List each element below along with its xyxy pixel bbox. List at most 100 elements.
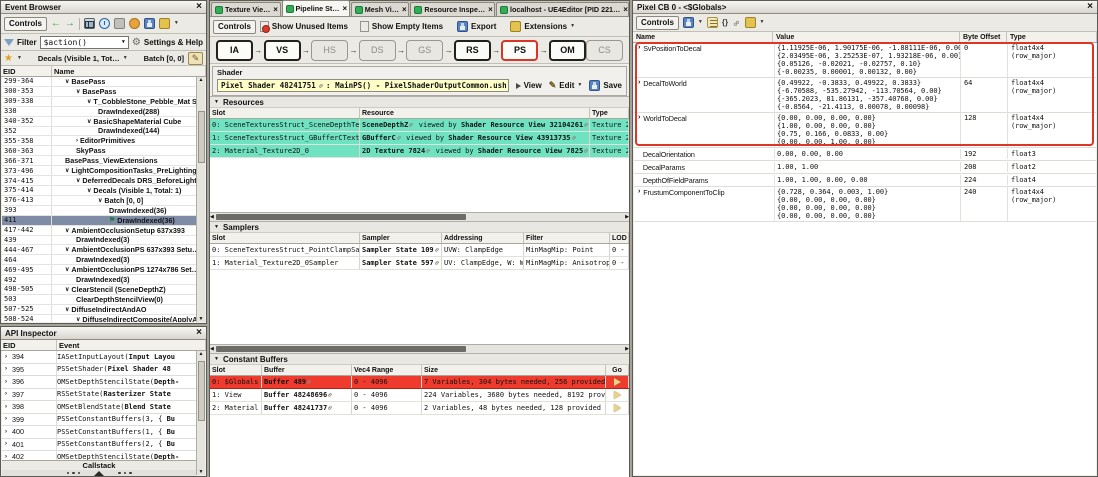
save-shader-button[interactable]: Save [589, 80, 622, 91]
scroll-down-icon[interactable]: ▼ [199, 316, 204, 322]
scrollbar-thumb[interactable] [216, 214, 466, 220]
resource-row[interactable]: 0: SceneTexturesStruct_SceneDepthTexture… [210, 119, 629, 132]
cb-variable-row[interactable]: ›WorldToDecal{0.00, 0.00, 0.00, 0.00} {1… [634, 113, 1096, 148]
extensions-button[interactable]: Extensions ▼ [510, 21, 575, 32]
close-icon[interactable]: × [623, 5, 628, 14]
api-event-row[interactable]: ›396OMSetDepthStencilState(Depth- [2, 376, 196, 389]
edit-shader-button[interactable]: ✎ Edit ▼ [549, 80, 583, 91]
stage-ds[interactable]: DS [359, 40, 396, 61]
callstack-splitter[interactable] [2, 470, 196, 476]
api-event-row[interactable]: ›398OMSetBlendState(Blend State [2, 401, 196, 414]
find-icon[interactable] [84, 18, 95, 29]
event-row[interactable]: 393DrawIndexed(36) [2, 206, 196, 216]
event-row[interactable]: 309-338∨T_CobbleStone_Pebble_Mat SM_T… [2, 97, 196, 107]
scroll-up-icon[interactable]: ▲ [199, 351, 204, 357]
scroll-up-icon[interactable]: ▲ [199, 77, 204, 83]
buffer-name-link[interactable]: Buffer 48241737 [264, 404, 327, 412]
cb-variable-row[interactable]: DecalOrientation0.00, 0.00, 0.00192float… [634, 148, 1096, 161]
samplers-hscrollbar[interactable]: ◀ ▶ [210, 344, 629, 353]
scroll-left-icon[interactable]: ◀ [210, 214, 214, 220]
scrollbar-thumb[interactable] [198, 111, 205, 163]
tab-pipeline-st[interactable]: Pipeline St…× [282, 0, 350, 16]
stage-om[interactable]: OM [549, 40, 586, 61]
filter-input[interactable]: $action() ▼ [40, 36, 129, 49]
constant-buffer-row[interactable]: 1: ViewBuffer 48248696∞0 - 4096224 Varia… [210, 389, 629, 402]
resource-view-link[interactable]: Shader Resource View 43913735 [448, 134, 570, 142]
controls-button[interactable]: Controls [213, 20, 256, 34]
stage-rs[interactable]: RS [454, 40, 491, 61]
resource-name-link[interactable]: SceneDepthZ [362, 121, 408, 129]
close-icon[interactable]: × [1087, 2, 1093, 12]
event-row[interactable]: 366-371BasePass_ViewExtensions [2, 156, 196, 166]
event-row[interactable]: 360-363SkyPass [2, 146, 196, 156]
resource-name-link[interactable]: 2D Texture 7824 [362, 147, 425, 155]
scroll-left-icon[interactable]: ◀ [210, 346, 214, 352]
tab-resource-inspe[interactable]: Resource Inspe…× [410, 2, 495, 16]
buffer-name-link[interactable]: Buffer 489 [264, 378, 306, 386]
event-row[interactable]: 464DrawIndexed(3) [2, 255, 196, 265]
event-row[interactable]: 469-495∨AmbientOcclusionPS 1274x786 Set… [2, 265, 196, 275]
snapshot-icon[interactable] [114, 18, 125, 29]
rename-bookmark-button[interactable]: ✎ [188, 52, 203, 65]
chevron-down-icon[interactable]: ▼ [122, 39, 125, 45]
event-row[interactable]: 439DrawIndexed(3) [2, 236, 196, 246]
cb-variable-row[interactable]: ›SvPositionToDecal{1.11925E-06, 1.90175E… [634, 43, 1096, 78]
go-arrow-icon[interactable] [614, 378, 621, 386]
close-icon[interactable]: × [402, 5, 407, 14]
go-arrow-icon[interactable] [614, 404, 621, 412]
event-row[interactable]: 492DrawIndexed(3) [2, 275, 196, 285]
event-row[interactable]: 340-352∨BasicShapeMaterial Cube [2, 117, 196, 127]
stage-cs[interactable]: CS [586, 40, 623, 61]
sampler-row[interactable]: 0: SceneTexturesStruct_PointClampSampler… [210, 244, 629, 257]
shader-name-box[interactable]: Pixel Shader 48241751 ∞ : MainPS() - Pix… [217, 79, 509, 92]
api-event-row[interactable]: ›394IASetInputLayout(Input Layou [2, 351, 196, 364]
sampler-name-link[interactable]: Sampler State 109 [362, 246, 434, 254]
close-icon[interactable]: × [196, 328, 202, 338]
sampler-row[interactable]: 1: Material_Texture2D_0SamplerSampler St… [210, 257, 629, 270]
resources-section-header[interactable]: ▼ Resources [210, 96, 629, 108]
event-row[interactable]: 417-442∨AmbientOcclusionSetup 637x393 [2, 226, 196, 236]
tab-localhost-ue4editor-pid-221[interactable]: localhost - UE4Editor [PID 221…× [496, 2, 629, 16]
gear-icon[interactable]: ⚙ [132, 37, 141, 48]
api-event-row[interactable]: ›400PSSetConstantBuffers(1, { Bu [2, 426, 196, 439]
decals-jump-dropdown[interactable]: Decals (Visible 1, Tot… ▼ [26, 54, 140, 63]
constant-buffer-row[interactable]: 0: $GlobalsBuffer 489∞0 - 40967 Variable… [210, 376, 629, 389]
event-row[interactable]: 375-414∨Decals (Visible 1, Total: 1) [2, 186, 196, 196]
api-event-row[interactable]: ›395PSSetShader(Pixel Shader 48 [2, 364, 196, 377]
event-row[interactable]: 300-353∨BasePass [2, 87, 196, 97]
event-row[interactable]: 299-364∨BasePass [2, 77, 196, 87]
resource-view-link[interactable]: Shader Resource View 7825 [478, 147, 583, 155]
api-event-row[interactable]: ›397RSSetState(Rasterizer State [2, 389, 196, 402]
back-arrow-icon[interactable]: ← [51, 18, 61, 29]
event-row[interactable]: 503ClearDepthStencilView(0) [2, 295, 196, 305]
scrollbar-thumb[interactable] [216, 346, 466, 352]
go-arrow-icon[interactable] [614, 391, 621, 399]
resource-row[interactable]: 1: SceneTexturesStruct_GBufferCTextureGB… [210, 132, 629, 145]
save-icon[interactable] [683, 17, 694, 28]
cb-variable-row[interactable]: DecalParams1.00, 1.00208float2 [634, 161, 1096, 174]
api-event-row[interactable]: ›402OMSetDepthStencilState(Depth- [2, 451, 196, 460]
resource-icon[interactable] [129, 18, 140, 29]
chevron-right-icon[interactable]: › [638, 188, 640, 195]
event-row[interactable]: 352DrawIndexed(144) [2, 127, 196, 137]
chevron-down-icon[interactable]: ▼ [698, 20, 703, 25]
close-icon[interactable]: × [196, 2, 202, 12]
api-scrollbar[interactable]: ▲ ▼ [196, 351, 205, 475]
resources-hscrollbar[interactable]: ◀ ▶ [210, 212, 629, 221]
resource-row[interactable]: 2: Material_Texture2D_02D Texture 7824∞ … [210, 145, 629, 158]
view-shader-button[interactable]: View [516, 81, 542, 90]
buffer-name-link[interactable]: Buffer 48248696 [264, 391, 327, 399]
controls-button[interactable]: Controls [636, 16, 679, 30]
scroll-right-icon[interactable]: ▶ [625, 214, 629, 220]
event-row[interactable]: 508-524∨DiffuseIndirectComposite(ApplyA… [2, 315, 196, 322]
event-row[interactable]: 373-496∨LightCompositionTasks_PreLightin… [2, 166, 196, 176]
samplers-section-header[interactable]: ▼ Samplers [210, 221, 629, 233]
expand-up-icon[interactable] [94, 471, 104, 476]
event-row[interactable]: 374-415∨DeferredDecals DRS_BeforeLightin… [2, 176, 196, 186]
scroll-down-icon[interactable]: ▼ [199, 469, 204, 475]
close-icon[interactable]: × [342, 4, 347, 13]
api-event-row[interactable]: ›399PSSetConstantBuffers(3, { Bu [2, 414, 196, 427]
tab-mesh-vi[interactable]: Mesh Vi…× [351, 2, 410, 16]
show-empty-toggle[interactable]: Show Empty Items [360, 21, 443, 32]
resource-view-link[interactable]: Shader Resource View 32104261 [461, 121, 583, 129]
